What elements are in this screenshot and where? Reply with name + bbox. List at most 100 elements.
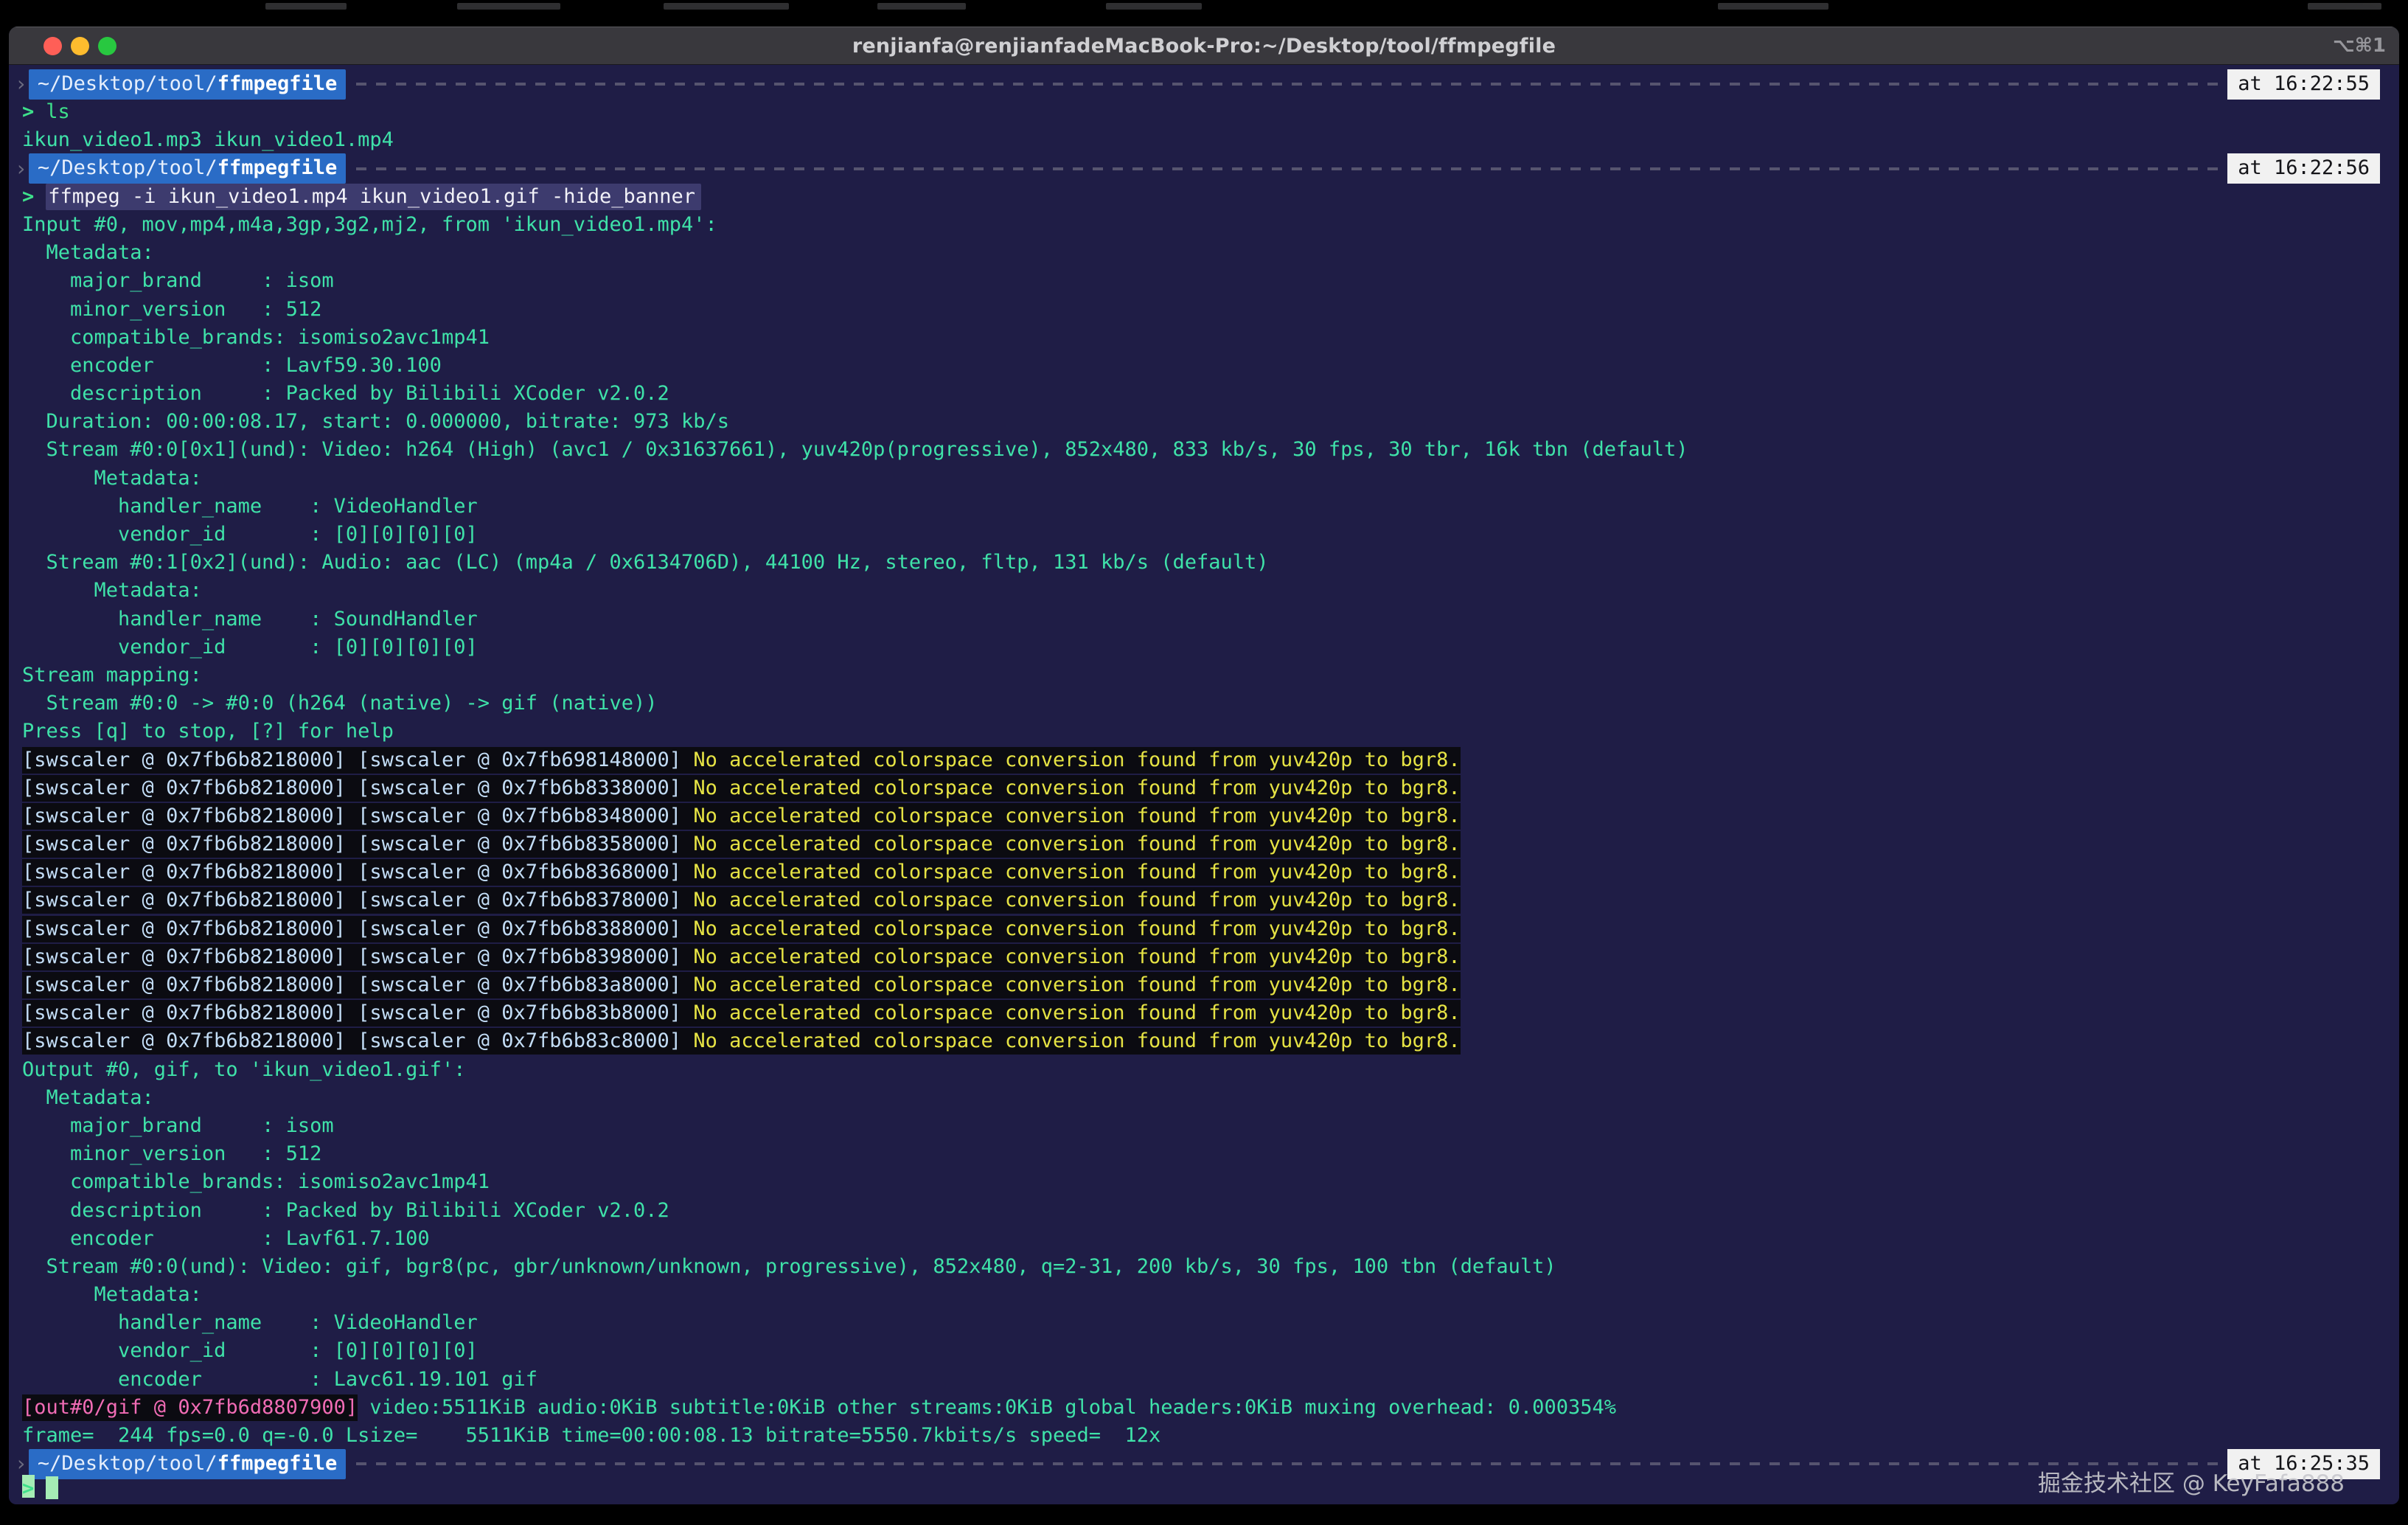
swscaler-address: [swscaler @ 0x7fb6b8218000] [swscaler @ … [22,805,693,827]
terminal-line: Stream mapping: [22,661,2399,689]
swscaler-address: [swscaler @ 0x7fb6b8218000] [swscaler @ … [22,973,693,996]
terminal-line: > ffmpeg -i ikun_video1.mp4 ikun_video1.g… [22,183,2399,211]
swscaler-address: [swscaler @ 0x7fb6b8218000] [swscaler @ … [22,1029,693,1052]
warning-text: No accelerated colorspace conversion fou… [693,945,1460,968]
output-text: Metadata: [22,579,202,602]
dashed-separator [356,1462,2219,1465]
swscaler-warning-strip: [swscaler @ 0x7fb6b8218000] [swscaler @ … [22,747,1461,774]
background-window-fragment [2308,3,2381,10]
prompt-path-badge: ~/Desktop/tool/ffmpegfile [29,1449,346,1479]
output-text: vendor_id : [0][0][0][0] [22,636,478,659]
output-text: description : Packed by Bilibili XCoder … [22,382,669,405]
output-text: Stream #0:0(und): Video: gif, bgr8(pc, g… [22,1255,1556,1278]
output-text: Press [q] to stop, [?] for help [22,720,394,743]
minimize-button[interactable] [71,37,89,55]
terminal-line: handler_name : SoundHandler [22,605,2399,633]
output-text: Metadata: [22,1086,154,1109]
output-text: compatible_brands: isomiso2avc1mp41 [22,326,490,349]
swscaler-address: [swscaler @ 0x7fb6b8218000] [swscaler @ … [22,748,693,771]
swscaler-address: [swscaler @ 0x7fb6b8218000] [swscaler @ … [22,917,693,940]
output-text: encoder : Lavf59.30.100 [22,354,442,377]
terminal-line: vendor_id : [0][0][0][0] [22,633,2399,661]
warning-text: No accelerated colorspace conversion fou… [693,1029,1460,1052]
out-tag-strip: [out#0/gif @ 0x7fb6d8807900] [22,1394,358,1421]
terminal-line: [swscaler @ 0x7fb6b8218000] [swscaler @ … [22,1027,2399,1055]
warning-text: No accelerated colorspace conversion fou… [693,973,1460,996]
terminal-window: renjianfa@renjianfadeMacBook-Pro:~/Deskt… [9,27,2399,1504]
terminal-line: minor_version : 512 [22,296,2399,324]
terminal-line: > [22,1475,35,1498]
swscaler-warning-strip: [swscaler @ 0x7fb6b8218000] [swscaler @ … [22,916,1461,942]
swscaler-address: [swscaler @ 0x7fb6b8218000] [swscaler @ … [22,889,693,911]
terminal-line: frame= 244 fps=0.0 q=-0.0 Lsize= 5511KiB… [22,1422,2399,1450]
terminal-line: major_brand : isom [22,267,2399,295]
terminal-line: [swscaler @ 0x7fb6b8218000] [swscaler @ … [22,971,2399,999]
swscaler-address: [swscaler @ 0x7fb6b8218000] [swscaler @ … [22,777,693,799]
terminal-line: vendor_id : [0][0][0][0] [22,521,2399,549]
window-title: renjianfa@renjianfadeMacBook-Pro:~/Deskt… [9,35,2399,58]
command-text: ls [46,100,70,123]
swscaler-warning-strip: [swscaler @ 0x7fb6b8218000] [swscaler @ … [22,803,1461,830]
terminal-line: description : Packed by Bilibili XCoder … [22,1197,2399,1225]
output-text: Metadata: [22,1283,202,1306]
timestamp-badge: at 16:22:55 [2227,69,2380,100]
terminal-line: [swscaler @ 0x7fb6b8218000] [swscaler @ … [22,999,2399,1027]
prompt-path-name: ffmpegfile [218,156,338,179]
terminal-cursor [46,1476,58,1499]
output-text: encoder : Lavf61.7.100 [22,1227,430,1250]
terminal-output[interactable]: ›~/Desktop/tool/ffmpegfileat 16:22:55>ls… [9,65,2399,1504]
output-text: Stream mapping: [22,664,202,687]
dashed-separator [356,167,2219,170]
command-text: ffmpeg -i ikun_video1.mp4 ikun_video1.gi… [46,184,701,210]
close-button[interactable] [44,37,62,55]
output-text: minor_version : 512 [22,298,321,321]
output-text: vendor_id : [0][0][0][0] [22,1339,478,1362]
terminal-line: [swscaler @ 0x7fb6b8218000] [swscaler @ … [22,943,2399,971]
output-text: Input #0, mov,mp4,m4a,3gp,3g2,mj2, from … [22,213,717,236]
terminal-line: Metadata: [22,465,2399,493]
terminal-line: vendor_id : [0][0][0][0] [22,1337,2399,1365]
watermark: 掘金技术社区 @ KeyFafa888 [2038,1465,2345,1498]
output-text: handler_name : SoundHandler [22,608,478,631]
background-window-fragment [1106,3,1202,10]
terminal-line: encoder : Lavc61.19.101 gif [22,1366,2399,1394]
terminal-line: Metadata: [22,577,2399,605]
swscaler-warning-strip: [swscaler @ 0x7fb6b8218000] [swscaler @ … [22,1000,1461,1026]
prompt-chevron-icon: › [15,155,27,183]
background-window-fragment [265,3,347,10]
background-window-fragment [877,3,966,10]
swscaler-warning-strip: [swscaler @ 0x7fb6b8218000] [swscaler @ … [22,944,1461,970]
output-text: minor_version : 512 [22,1142,321,1165]
terminal-line: encoder : Lavf59.30.100 [22,352,2399,380]
swscaler-address: [swscaler @ 0x7fb6b8218000] [swscaler @ … [22,945,693,968]
terminal-line: Press [q] to stop, [?] for help [22,718,2399,746]
background-window-fragment [664,3,789,10]
window-titlebar[interactable]: renjianfa@renjianfadeMacBook-Pro:~/Deskt… [9,27,2399,65]
prompt-path-prefix: ~/Desktop/tool/ [38,1452,218,1475]
swscaler-warning-strip: [swscaler @ 0x7fb6b8218000] [swscaler @ … [22,887,1461,914]
swscaler-warning-strip: [swscaler @ 0x7fb6b8218000] [swscaler @ … [22,1028,1461,1055]
output-text: Stream #0:1[0x2](und): Audio: aac (LC) (… [22,551,1269,574]
warning-text: No accelerated colorspace conversion fou… [693,1001,1460,1024]
terminal-line: [swscaler @ 0x7fb6b8218000] [swscaler @ … [22,915,2399,943]
prompt-path-badge: ~/Desktop/tool/ffmpegfile [29,69,346,100]
terminal-line: [swscaler @ 0x7fb6b8218000] [swscaler @ … [22,886,2399,914]
zoom-button[interactable] [98,37,116,55]
output-text: Stream #0:0 -> #0:0 (h264 (native) -> gi… [22,692,658,715]
terminal-line: compatible_brands: isomiso2avc1mp41 [22,1168,2399,1196]
output-text: Output #0, gif, to 'ikun_video1.gif': [22,1058,465,1081]
prompt-symbol: > [22,1477,34,1500]
prompt-path-prefix: ~/Desktop/tool/ [38,156,218,179]
tab-shortcut-label: ⌥⌘1 [2333,27,2386,64]
terminal-line: [out#0/gif @ 0x7fb6d8807900] video:5511K… [22,1394,2399,1422]
terminal-line: handler_name : VideoHandler [22,493,2399,521]
swscaler-warning-strip: [swscaler @ 0x7fb6b8218000] [swscaler @ … [22,775,1461,802]
terminal-line: Stream #0:0(und): Video: gif, bgr8(pc, g… [22,1253,2399,1281]
swscaler-warning-strip: [swscaler @ 0x7fb6b8218000] [swscaler @ … [22,831,1461,858]
terminal-line: [swscaler @ 0x7fb6b8218000] [swscaler @ … [22,774,2399,802]
out-tag: [out#0/gif @ 0x7fb6d8807900] [22,1396,358,1419]
prompt-symbol: > [22,185,34,208]
prompt-chevron-icon: › [15,1450,27,1478]
terminal-line: Input #0, mov,mp4,m4a,3gp,3g2,mj2, from … [22,211,2399,239]
output-text: handler_name : VideoHandler [22,1311,478,1334]
